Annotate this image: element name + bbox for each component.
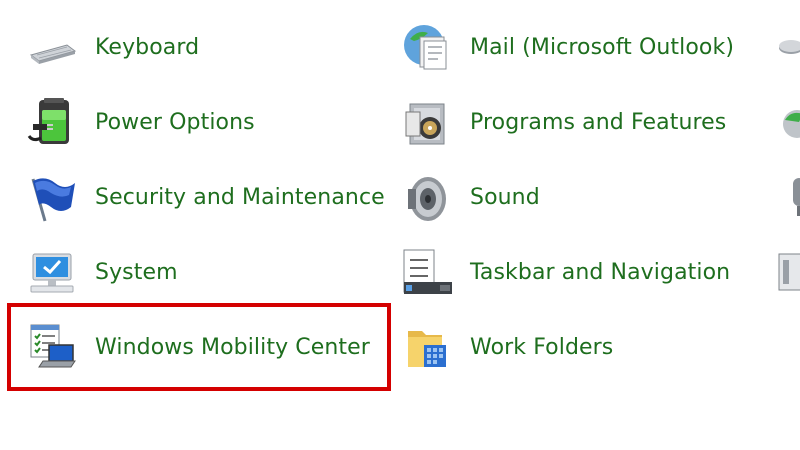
security-flag-icon (27, 173, 77, 223)
control-panel-item-mail-microsoft-outlook[interactable]: Mail (Microsoft Outlook) (402, 17, 742, 77)
power-options-label: Power Options (95, 110, 255, 135)
control-panel-item-sound[interactable]: Sound (402, 167, 742, 227)
control-panel-item-programs-and-features[interactable]: Programs and Features (402, 92, 742, 152)
programs-features-icon (402, 98, 452, 148)
keyboard-label: Keyboard (95, 35, 200, 60)
control-panel-item-security-and-maintenance[interactable]: Security and Maintenance (27, 167, 387, 227)
keyboard-icon (27, 23, 77, 73)
control-panel-item-system[interactable]: System (27, 242, 367, 302)
security-and-maintenance-label: Security and Maintenance (95, 185, 385, 210)
work-folders-icon (402, 323, 452, 373)
control-panel-item-work-folders[interactable]: Work Folders (402, 317, 742, 377)
speaker-icon (402, 173, 452, 223)
system-label: System (95, 260, 178, 285)
power-options-icon (27, 98, 77, 148)
partial-column-3-icon-2[interactable] (775, 98, 800, 146)
partial-column-3-icon-4[interactable] (775, 248, 800, 296)
taskbar-and-navigation-label: Taskbar and Navigation (470, 260, 731, 285)
mail-microsoft-outlook-label: Mail (Microsoft Outlook) (470, 35, 735, 60)
programs-and-features-label: Programs and Features (470, 110, 727, 135)
control-panel-item-taskbar-and-navigation[interactable]: Taskbar and Navigation (402, 242, 742, 302)
mail-icon (402, 23, 452, 73)
taskbar-icon (402, 248, 452, 298)
partial-column-3-icon-3[interactable] (775, 172, 800, 220)
partial-column-3-icon-1[interactable] (775, 24, 800, 72)
control-panel-item-power-options[interactable]: Power Options (27, 92, 367, 152)
selection-highlight-box (7, 303, 391, 391)
system-monitor-icon (27, 248, 77, 298)
work-folders-label: Work Folders (470, 335, 614, 360)
control-panel-item-keyboard[interactable]: Keyboard (27, 17, 367, 77)
sound-label: Sound (470, 185, 540, 210)
